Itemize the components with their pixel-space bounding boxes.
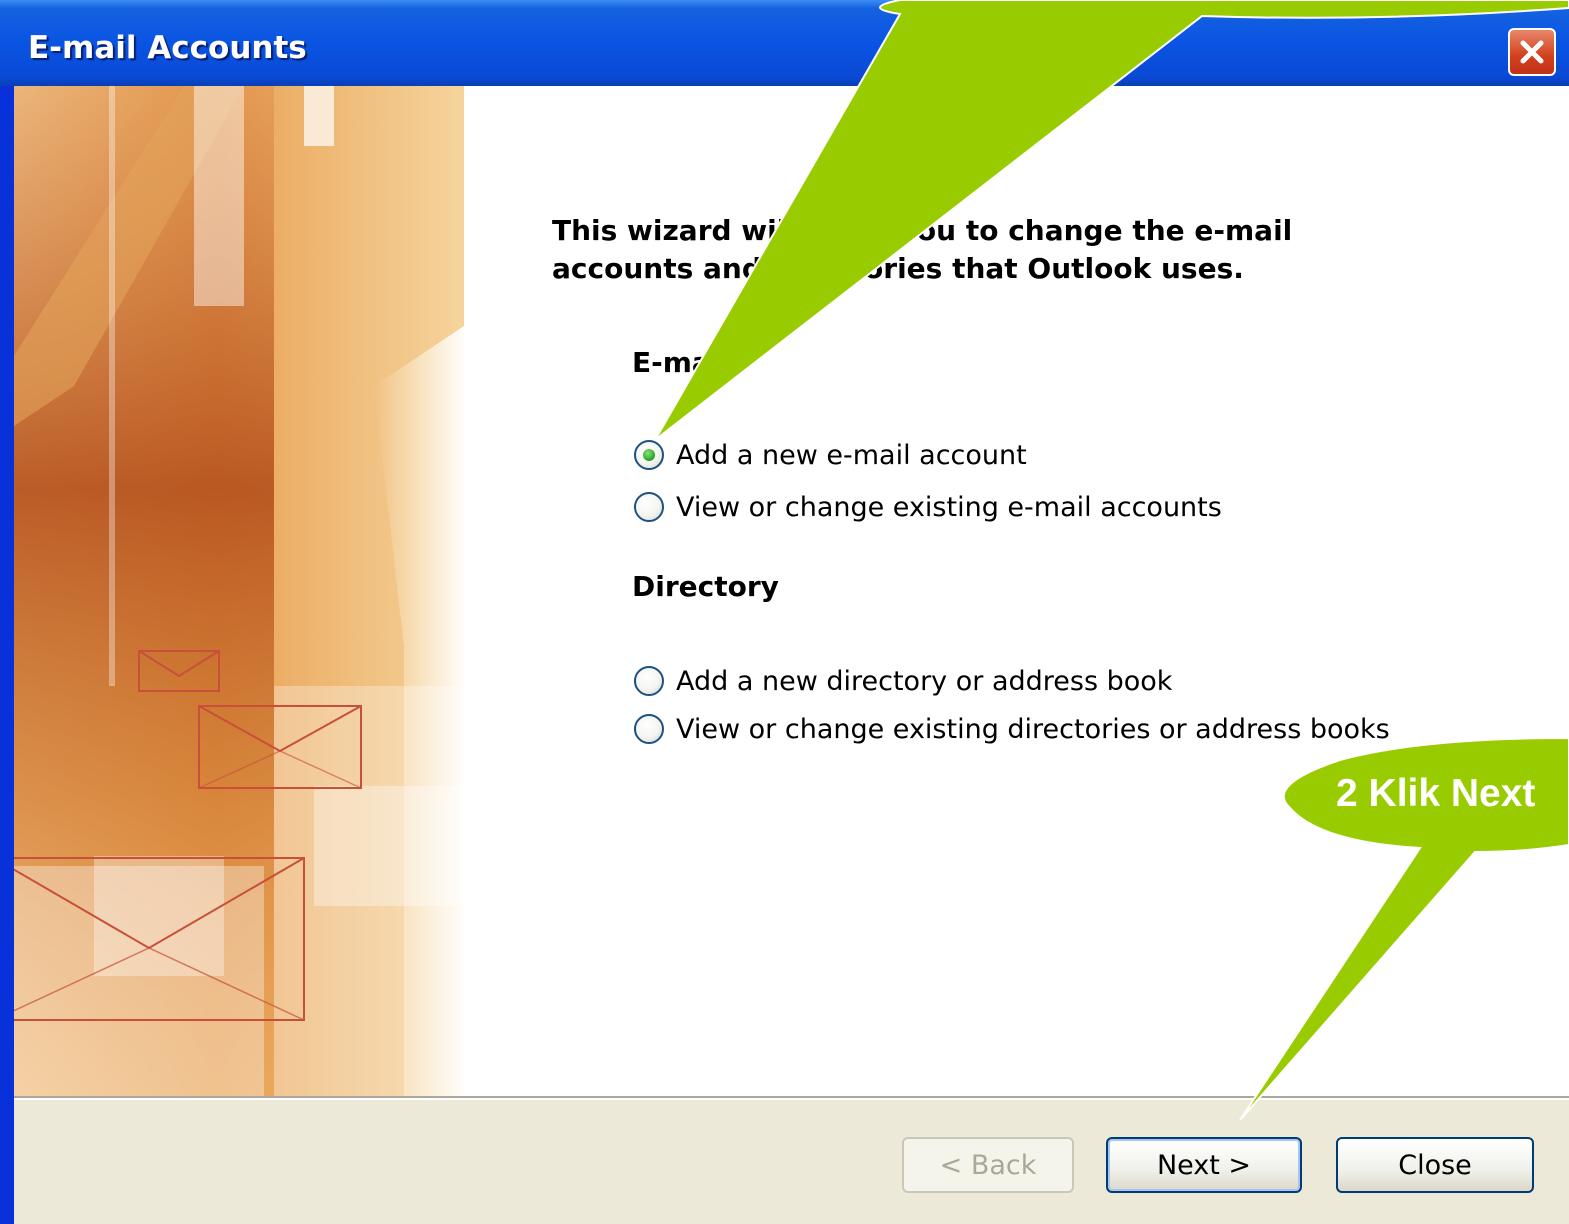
directory-section-heading: Directory: [632, 570, 779, 603]
email-accounts-dialog: E-mail Accounts This wizard will allow y…: [0, 0, 1569, 1224]
intro-line-2: accounts and directories that Outlook us…: [552, 252, 1244, 285]
window-title: E-mail Accounts: [28, 30, 307, 66]
radio-add-email-account[interactable]: Add a new e-mail account: [634, 437, 1027, 473]
wizard-banner-image: [14, 86, 464, 1096]
radio-dot-icon: [643, 449, 655, 461]
radio-button-selected[interactable]: [634, 440, 664, 470]
wizard-intro-text: This wizard will allow you to change the…: [552, 212, 1372, 288]
radio-label: Add a new e-mail account: [676, 439, 1027, 471]
radio-button[interactable]: [634, 714, 664, 744]
window-close-button[interactable]: [1508, 28, 1556, 76]
title-bar[interactable]: E-mail Accounts: [0, 0, 1569, 86]
footer-separator-highlight: [14, 1098, 1569, 1100]
radio-button[interactable]: [634, 666, 664, 696]
close-button[interactable]: Close: [1336, 1137, 1534, 1193]
radio-label: View or change existing directories or a…: [676, 713, 1390, 745]
next-button[interactable]: Next >: [1106, 1137, 1302, 1193]
radio-view-directories[interactable]: View or change existing directories or a…: [634, 711, 1390, 747]
radio-button[interactable]: [634, 492, 664, 522]
window-frame-left: [0, 86, 14, 1224]
radio-view-email-accounts[interactable]: View or change existing e-mail accounts: [634, 489, 1222, 525]
radio-add-directory[interactable]: Add a new directory or address book: [634, 663, 1172, 699]
callout-next-label: 2 Klik Next: [1336, 772, 1536, 815]
intro-line-1: This wizard will allow you to change the…: [552, 214, 1293, 247]
radio-label: View or change existing e-mail accounts: [676, 491, 1222, 523]
radio-label: Add a new directory or address book: [676, 665, 1173, 697]
email-section-heading: E-mail: [632, 346, 731, 379]
back-button[interactable]: < Back: [902, 1137, 1074, 1193]
